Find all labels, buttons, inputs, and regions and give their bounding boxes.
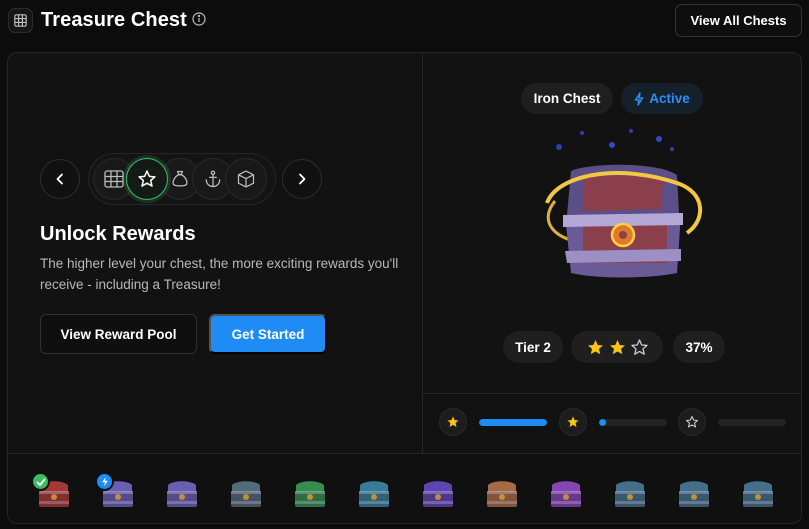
star-filled-icon bbox=[447, 416, 459, 427]
grid-icon bbox=[14, 14, 27, 27]
chest-icon bbox=[551, 481, 581, 507]
category-star[interactable] bbox=[126, 158, 168, 200]
tier-badge: Tier 2 bbox=[503, 331, 563, 363]
strip-chest-6[interactable] bbox=[355, 476, 393, 510]
progress-badge: 37% bbox=[673, 331, 725, 363]
view-all-chests-button[interactable]: View All Chests bbox=[675, 4, 802, 37]
category-carousel bbox=[88, 153, 276, 205]
star-empty-icon bbox=[630, 338, 648, 355]
status-badge: Active bbox=[621, 83, 703, 114]
star-filled-icon bbox=[587, 339, 603, 354]
chevron-left-icon bbox=[56, 173, 63, 185]
tier-progress bbox=[423, 393, 801, 453]
completed-badge bbox=[31, 472, 50, 491]
rewards-headline: Unlock Rewards bbox=[40, 223, 196, 245]
star-rating bbox=[571, 331, 663, 363]
progress-bar-2 bbox=[599, 419, 667, 426]
check-icon bbox=[36, 478, 45, 486]
bolt-icon bbox=[101, 476, 108, 487]
status-label: Active bbox=[649, 91, 690, 106]
active-badge bbox=[95, 472, 114, 491]
progress-bar-3 bbox=[718, 419, 786, 426]
rewards-panel: Unlock Rewards The higher level your che… bbox=[8, 53, 422, 453]
chest-icon bbox=[615, 481, 645, 507]
category-box[interactable] bbox=[225, 158, 267, 200]
tier-label: Tier 2 bbox=[515, 339, 551, 355]
strip-chest-9[interactable] bbox=[547, 476, 585, 510]
progress-percent: 37% bbox=[685, 339, 713, 355]
view-reward-pool-button[interactable]: View Reward Pool bbox=[40, 314, 197, 354]
box-icon bbox=[237, 170, 255, 188]
money-bag-icon bbox=[172, 170, 188, 187]
chest-name-badge: Iron Chest bbox=[521, 83, 613, 114]
info-icon[interactable] bbox=[192, 12, 206, 26]
strip-chest-7[interactable] bbox=[419, 476, 457, 510]
strip-chest-11[interactable] bbox=[675, 476, 713, 510]
strip-chest-5[interactable] bbox=[291, 476, 329, 510]
chest-name: Iron Chest bbox=[533, 91, 601, 106]
chest-icon bbox=[679, 481, 709, 507]
star-filled-icon bbox=[567, 416, 579, 427]
strip-chest-12[interactable] bbox=[739, 476, 777, 510]
carousel-next-button[interactable] bbox=[282, 159, 322, 199]
anchor-icon bbox=[205, 170, 221, 188]
chest-icon bbox=[231, 481, 261, 507]
grid-menu-button[interactable] bbox=[8, 8, 33, 33]
chest-icon bbox=[167, 481, 197, 507]
strip-chest-10[interactable] bbox=[611, 476, 649, 510]
progress-fill bbox=[479, 419, 547, 426]
chest-icon bbox=[743, 481, 773, 507]
page-title: Treasure Chest bbox=[41, 9, 187, 31]
treasure-chest-card: Unlock Rewards The higher level your che… bbox=[7, 52, 802, 524]
strip-chest-4[interactable] bbox=[227, 476, 265, 510]
chest-icon bbox=[423, 481, 453, 507]
chest-illustration bbox=[545, 129, 702, 278]
chest-strip bbox=[8, 453, 801, 523]
progress-star-3 bbox=[678, 408, 706, 436]
strip-chest-1[interactable] bbox=[31, 472, 73, 510]
rewards-description: The higher level your chest, the more ex… bbox=[40, 256, 399, 292]
progress-fill bbox=[599, 419, 606, 426]
strip-chest-2[interactable] bbox=[95, 472, 137, 510]
star-empty-icon bbox=[685, 415, 699, 428]
chest-detail-panel: Iron Chest Active Tier 2 37% bbox=[422, 53, 801, 453]
strip-chest-3[interactable] bbox=[163, 476, 201, 510]
chest-icon bbox=[295, 481, 325, 507]
get-started-button[interactable]: Get Started bbox=[209, 314, 327, 354]
star-icon bbox=[138, 170, 156, 187]
progress-star-1 bbox=[439, 408, 467, 436]
carousel-prev-button[interactable] bbox=[40, 159, 80, 199]
progress-star-2 bbox=[559, 408, 587, 436]
chest-icon bbox=[359, 481, 389, 507]
bolt-icon bbox=[635, 91, 644, 106]
star-filled-icon bbox=[609, 339, 625, 354]
chest-icon bbox=[487, 481, 517, 507]
page-header: Treasure Chest View All Chests bbox=[0, 0, 809, 44]
grid-icon bbox=[104, 170, 124, 188]
progress-bar-1 bbox=[479, 419, 547, 426]
strip-chest-8[interactable] bbox=[483, 476, 521, 510]
chevron-right-icon bbox=[299, 173, 306, 185]
